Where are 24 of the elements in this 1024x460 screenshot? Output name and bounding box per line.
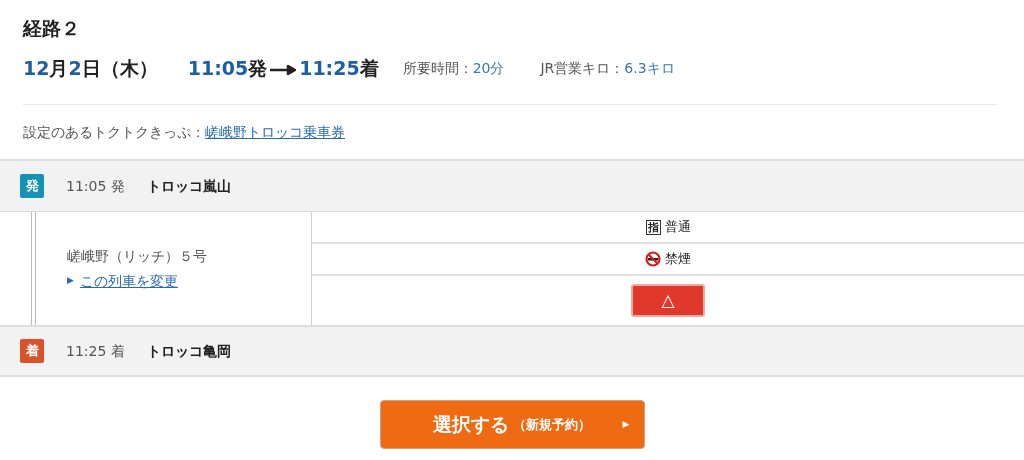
date-text: 12月 2 日（木） [23,55,158,81]
station-name: トロッコ亀岡 [146,341,231,361]
no-smoking-icon [645,251,661,267]
distance-text: JR営業キロ：6.3キロ [540,58,675,78]
feature-label: 禁煙 [665,250,691,269]
select-button[interactable]: 選択する （新規予約） ▶ [379,400,645,449]
station-name: トロッコ嵐山 [146,176,231,196]
route-title: 経路２ [23,16,81,41]
stop-time: 11:25 着 [66,341,125,361]
change-train-link[interactable]: この列車を変更 [79,270,178,292]
availability-button[interactable]: △ [631,284,705,317]
ticket-label: 設定のあるトクトクきっぷ： [23,122,205,142]
stop-badge: 発 [20,174,44,198]
duration-text: 所要時間：20分 [402,58,505,78]
stop-time: 11:05 発 [66,176,125,196]
arrival-time: 11:25着 [299,55,379,81]
train-name: 嵯峨野（リッチ）５号 [67,246,208,266]
feature-label: 普通 [664,218,691,237]
triangle-icon: ▶ [67,274,74,288]
arrow-icon [270,65,297,75]
departure-time: 11:05発 [187,55,268,81]
ticket-link[interactable]: 嵯峨野トロッコ乗車券 [205,121,345,143]
stop-badge: 着 [20,339,44,363]
reserved-seat-icon: 指 [645,219,661,235]
